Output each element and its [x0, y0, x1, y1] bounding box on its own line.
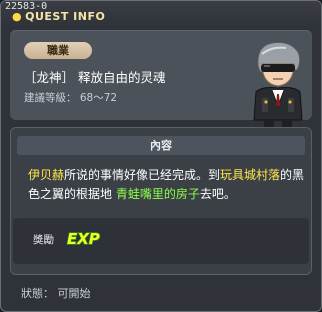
- job-tag: 職業: [24, 42, 92, 59]
- npc-name-link: 伊贝赫: [28, 168, 65, 182]
- quest-info-window: 22583-0 ● QUEST INFO 職業 ［龙神］ 释放自由的灵魂 建議等級…: [0, 0, 322, 312]
- content-panel: 內容 伊贝赫所说的事情好像已经完成。到玩具城村落的黑色之翼的根据地 青蛙嘴里的房…: [10, 127, 312, 275]
- content-section-title: 內容: [17, 136, 305, 155]
- place-link: 青蛙嘴里的房子: [115, 187, 200, 201]
- exp-icon-text: EXP: [67, 230, 100, 248]
- title-bar[interactable]: 22583-0 ● QUEST INFO: [1, 1, 321, 27]
- description-part-3: 去吧。: [199, 187, 236, 201]
- npc-portrait: [253, 41, 303, 134]
- description-part-1: 所说的事情好像已经完成。到: [64, 168, 221, 182]
- quest-description: 伊贝赫所说的事情好像已经完成。到玩具城村落的黑色之翼的根据地 青蛙嘴里的房子去吧…: [28, 166, 306, 204]
- quest-status: 狀態： 可開始: [21, 287, 91, 300]
- recommended-level: 建議等級： 68～72: [24, 92, 118, 104]
- window-title-text: QUEST INFO: [25, 10, 106, 23]
- reward-row: 獎勵 EXP: [13, 218, 309, 264]
- exp-icon: EXP: [66, 229, 100, 248]
- quest-name: ［龙神］ 释放自由的灵魂: [24, 70, 166, 85]
- window-title: ● QUEST INFO: [12, 10, 105, 24]
- location-link: 玩具城村落: [220, 168, 281, 182]
- reward-label: 獎勵: [33, 234, 54, 246]
- quest-header-panel: 職業 ［龙神］ 释放自由的灵魂 建議等級： 68～72: [10, 30, 312, 134]
- title-bullet-icon: ●: [12, 10, 23, 23]
